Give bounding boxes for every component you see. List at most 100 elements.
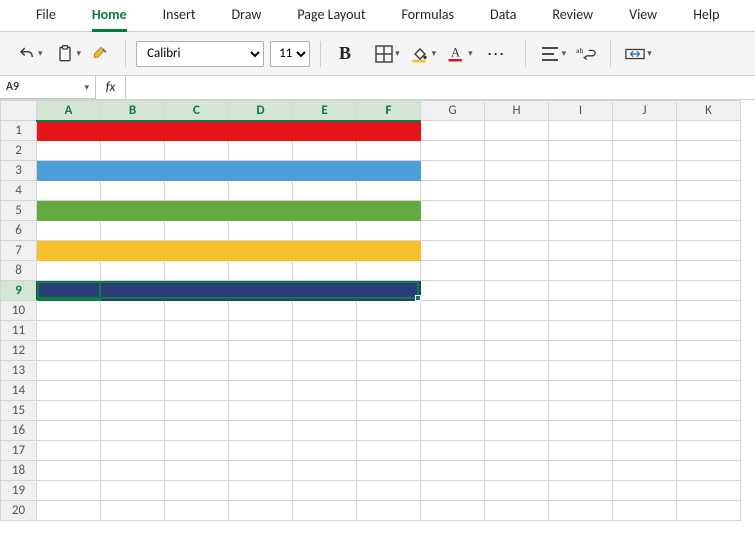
cell-K2[interactable] xyxy=(677,141,741,161)
column-header-C[interactable]: C xyxy=(165,101,229,121)
cell-G11[interactable] xyxy=(421,321,485,341)
cell-K18[interactable] xyxy=(677,461,741,481)
column-header-K[interactable]: K xyxy=(677,101,741,121)
cell-F3[interactable] xyxy=(357,161,421,181)
cell-H10[interactable] xyxy=(485,301,549,321)
cell-G8[interactable] xyxy=(421,261,485,281)
cell-J20[interactable] xyxy=(613,501,677,521)
cell-E9[interactable] xyxy=(293,281,357,301)
fill-color-button[interactable]: ▾ xyxy=(406,40,441,68)
column-header-D[interactable]: D xyxy=(229,101,293,121)
name-box[interactable]: ▾ xyxy=(0,76,96,99)
cell-A9[interactable] xyxy=(37,281,101,301)
cell-E15[interactable] xyxy=(293,401,357,421)
cell-H2[interactable] xyxy=(485,141,549,161)
row-header-12[interactable]: 12 xyxy=(1,341,37,361)
cell-F18[interactable] xyxy=(357,461,421,481)
cell-H14[interactable] xyxy=(485,381,549,401)
cell-C10[interactable] xyxy=(165,301,229,321)
cell-K10[interactable] xyxy=(677,301,741,321)
cell-J15[interactable] xyxy=(613,401,677,421)
cell-A20[interactable] xyxy=(37,501,101,521)
more-font-button[interactable]: ⋯ xyxy=(479,40,515,68)
cell-I18[interactable] xyxy=(549,461,613,481)
cell-J12[interactable] xyxy=(613,341,677,361)
cell-A2[interactable] xyxy=(37,141,101,161)
cell-A19[interactable] xyxy=(37,481,101,501)
cell-A3[interactable] xyxy=(37,161,101,181)
cell-I8[interactable] xyxy=(549,261,613,281)
row-header-1[interactable]: 1 xyxy=(1,121,37,141)
cell-K9[interactable] xyxy=(677,281,741,301)
row-header-18[interactable]: 18 xyxy=(1,461,37,481)
tab-help[interactable]: Help xyxy=(675,0,737,31)
font-name-select[interactable]: Calibri xyxy=(136,41,264,67)
cell-B17[interactable] xyxy=(101,441,165,461)
cell-H1[interactable] xyxy=(485,121,549,141)
cell-J10[interactable] xyxy=(613,301,677,321)
cell-I6[interactable] xyxy=(549,221,613,241)
cell-D18[interactable] xyxy=(229,461,293,481)
cell-H12[interactable] xyxy=(485,341,549,361)
column-header-F[interactable]: F xyxy=(357,101,421,121)
cell-K1[interactable] xyxy=(677,121,741,141)
cell-B16[interactable] xyxy=(101,421,165,441)
cell-D10[interactable] xyxy=(229,301,293,321)
cell-J11[interactable] xyxy=(613,321,677,341)
cell-G6[interactable] xyxy=(421,221,485,241)
cell-E5[interactable] xyxy=(293,201,357,221)
cell-H17[interactable] xyxy=(485,441,549,461)
row-header-14[interactable]: 14 xyxy=(1,381,37,401)
cell-G2[interactable] xyxy=(421,141,485,161)
cell-G7[interactable] xyxy=(421,241,485,261)
cell-E20[interactable] xyxy=(293,501,357,521)
cell-J2[interactable] xyxy=(613,141,677,161)
cell-F4[interactable] xyxy=(357,181,421,201)
cell-B8[interactable] xyxy=(101,261,165,281)
row-header-11[interactable]: 11 xyxy=(1,321,37,341)
cell-B3[interactable] xyxy=(101,161,165,181)
cell-C16[interactable] xyxy=(165,421,229,441)
cell-J18[interactable] xyxy=(613,461,677,481)
column-header-B[interactable]: B xyxy=(101,101,165,121)
cell-C5[interactable] xyxy=(165,201,229,221)
cell-B15[interactable] xyxy=(101,401,165,421)
cell-I4[interactable] xyxy=(549,181,613,201)
cell-F9[interactable] xyxy=(357,281,421,301)
cell-A11[interactable] xyxy=(37,321,101,341)
cell-C3[interactable] xyxy=(165,161,229,181)
borders-button[interactable]: ▾ xyxy=(371,40,404,68)
cell-D9[interactable] xyxy=(229,281,293,301)
fx-label[interactable]: fx xyxy=(96,76,126,99)
cell-H19[interactable] xyxy=(485,481,549,501)
cell-J13[interactable] xyxy=(613,361,677,381)
cell-J3[interactable] xyxy=(613,161,677,181)
row-header-4[interactable]: 4 xyxy=(1,181,37,201)
cell-B2[interactable] xyxy=(101,141,165,161)
cell-I1[interactable] xyxy=(549,121,613,141)
cell-D4[interactable] xyxy=(229,181,293,201)
cell-K6[interactable] xyxy=(677,221,741,241)
cell-K3[interactable] xyxy=(677,161,741,181)
cell-J7[interactable] xyxy=(613,241,677,261)
row-header-13[interactable]: 13 xyxy=(1,361,37,381)
wrap-text-button[interactable]: ab xyxy=(572,40,600,68)
cell-C18[interactable] xyxy=(165,461,229,481)
cell-F8[interactable] xyxy=(357,261,421,281)
tab-data[interactable]: Data xyxy=(472,0,534,31)
cell-B1[interactable] xyxy=(101,121,165,141)
cell-E6[interactable] xyxy=(293,221,357,241)
tab-page-layout[interactable]: Page Layout xyxy=(279,0,383,31)
cell-I9[interactable] xyxy=(549,281,613,301)
row-header-9[interactable]: 9 xyxy=(1,281,37,301)
cell-I20[interactable] xyxy=(549,501,613,521)
grid[interactable]: ABCDEFGHIJK12345678910111213141516171819… xyxy=(0,100,741,521)
column-header-A[interactable]: A xyxy=(37,101,101,121)
cell-I13[interactable] xyxy=(549,361,613,381)
cell-D13[interactable] xyxy=(229,361,293,381)
cell-F1[interactable] xyxy=(357,121,421,141)
cell-I5[interactable] xyxy=(549,201,613,221)
cell-K13[interactable] xyxy=(677,361,741,381)
row-header-10[interactable]: 10 xyxy=(1,301,37,321)
cell-C4[interactable] xyxy=(165,181,229,201)
